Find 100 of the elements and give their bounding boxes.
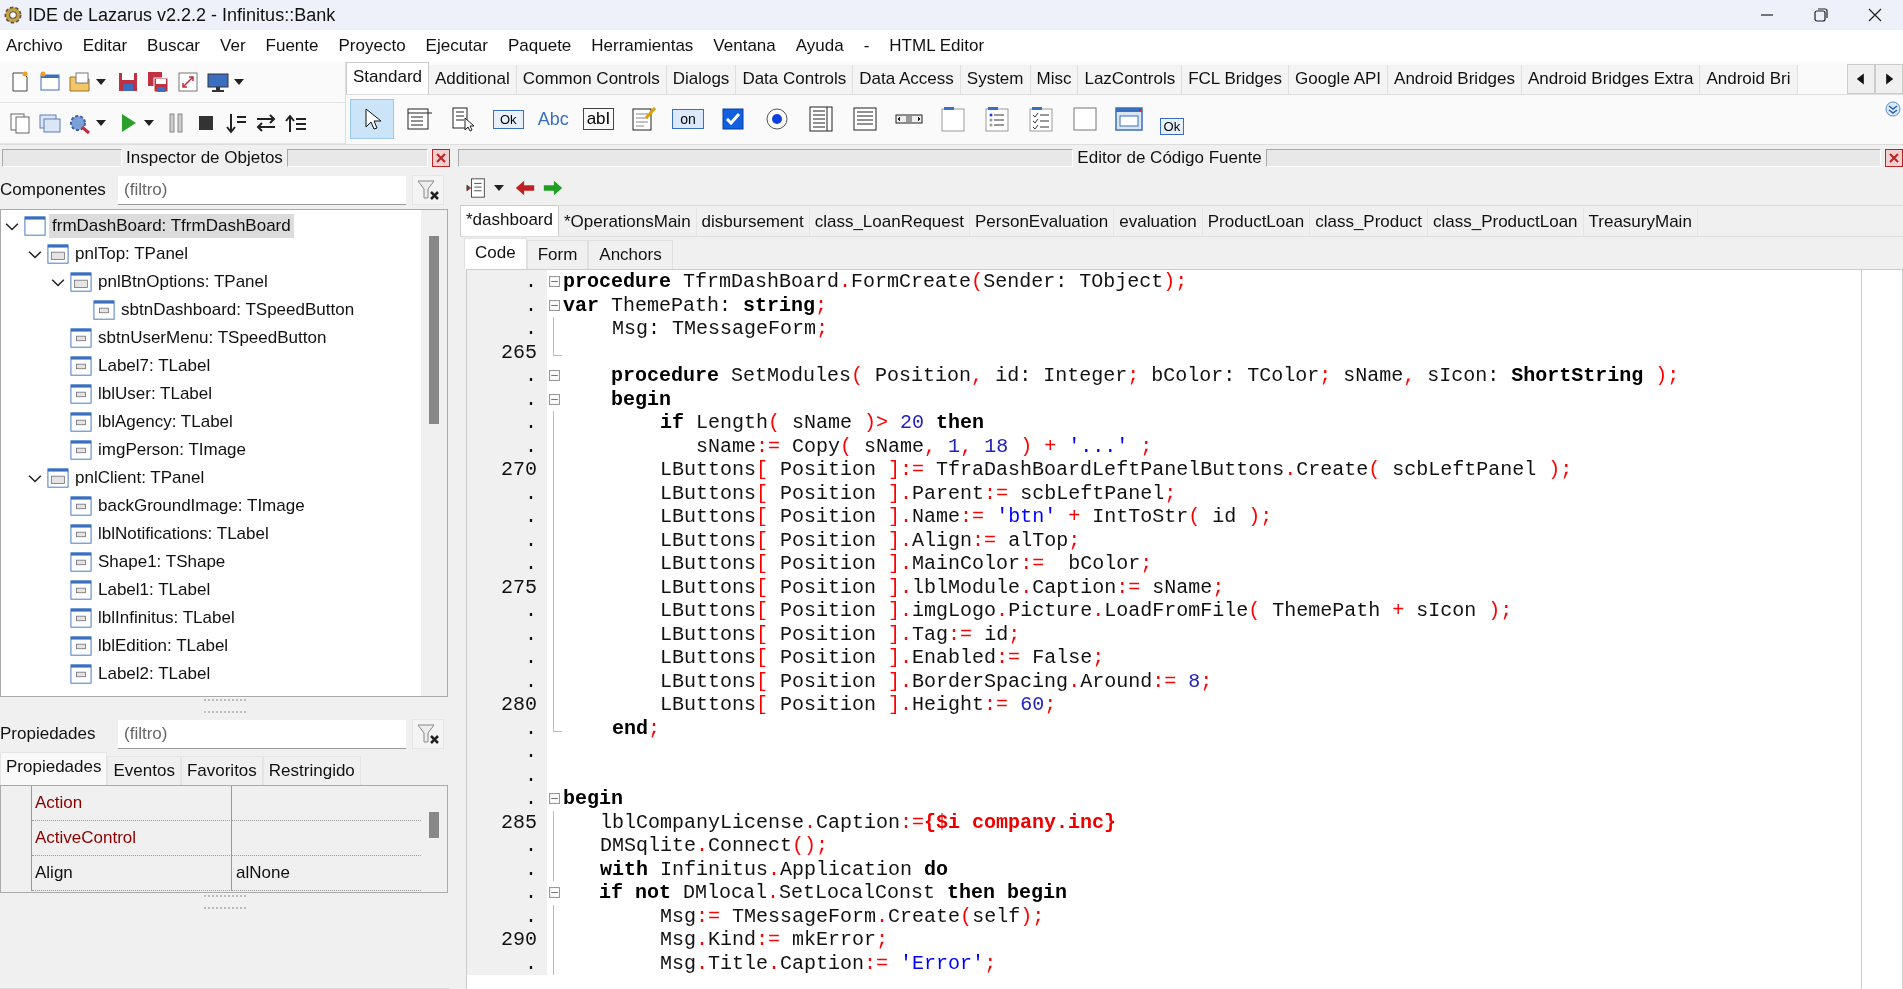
menu-item[interactable]: Fuente [265, 36, 319, 56]
tree-item[interactable]: lblUser: TLabel [95, 382, 216, 406]
file-tab[interactable]: disbursement [696, 208, 810, 236]
clear-filter-button[interactable] [412, 175, 444, 205]
dock-grip[interactable] [286, 149, 428, 167]
tree-item[interactable]: Label7: TLabel [95, 354, 214, 378]
expand-icon[interactable] [1885, 101, 1901, 117]
file-tab[interactable]: class_ProductLoan [1427, 208, 1584, 236]
file-tab[interactable]: TreasuryMain [1583, 208, 1698, 236]
file-tab[interactable]: *OperationsMain [558, 208, 697, 236]
tree-item[interactable]: backGroundImage: TImage [95, 494, 308, 518]
filter-field[interactable]: (filtro) [118, 175, 406, 205]
tree-item[interactable]: sbtnUserMenu: TSpeedButton [95, 326, 330, 350]
tree-item[interactable]: pnlBtnOptions: TPanel [95, 270, 271, 294]
property-value[interactable]: alNone [236, 863, 290, 883]
component-tool[interactable]: Abc [534, 99, 572, 139]
monitor-icon[interactable] [206, 70, 230, 94]
inspector-tab[interactable]: Eventos [107, 756, 181, 785]
component-tool[interactable] [350, 99, 394, 139]
menu-item[interactable]: Editar [82, 36, 128, 56]
file-tab[interactable]: evaluation [1114, 208, 1203, 236]
menu-item[interactable]: Ayuda [795, 36, 844, 56]
menu-item[interactable]: Ventana [713, 36, 776, 56]
fold-toggle-icon[interactable] [548, 793, 560, 805]
file-tab[interactable]: PersonEvaluation [970, 208, 1115, 236]
file-tab[interactable]: class_Product [1310, 208, 1428, 236]
palette-tab[interactable]: Data Access [853, 65, 961, 94]
tree-item[interactable]: pnlTop: TPanel [72, 242, 192, 266]
scroll-left-icon[interactable] [1847, 64, 1875, 94]
tree-item[interactable]: lblEdition: TLabel [95, 634, 232, 658]
palette-tab[interactable]: Android Bri [1700, 65, 1798, 94]
inspector-tab[interactable]: Restringido [262, 756, 361, 785]
component-tool[interactable]: Ok [490, 99, 527, 139]
palette-tab[interactable]: Misc [1030, 65, 1079, 94]
tree-item[interactable]: lblNotifications: TLabel [95, 522, 272, 546]
fold-toggle-icon[interactable] [548, 299, 560, 311]
palette-tab[interactable]: Google API [1289, 65, 1389, 94]
dock-grip[interactable] [458, 149, 1074, 167]
palette-tab[interactable]: Data Controls [736, 65, 854, 94]
palette-tab[interactable]: Common Controls [516, 65, 667, 94]
scrollbar-thumb[interactable] [429, 812, 439, 838]
fold-toggle-icon[interactable] [548, 370, 560, 382]
tree-item[interactable]: sbtnDashboard: TSpeedButton [118, 298, 358, 322]
menu-item[interactable]: Paquete [507, 36, 572, 56]
tree-item[interactable]: Label1: TLabel [95, 578, 214, 602]
tree-item[interactable]: lblAgency: TLabel [95, 410, 236, 434]
component-tool[interactable]: on [669, 99, 707, 139]
view-tab[interactable]: Code [464, 238, 527, 269]
splitter-grip[interactable] [204, 895, 246, 909]
tree-item[interactable]: Shape1: TShape [95, 550, 229, 574]
palette-tab[interactable]: Android Bridges [1388, 65, 1522, 94]
caret-icon[interactable] [144, 120, 154, 126]
caret-icon[interactable] [494, 185, 504, 191]
palette-tab[interactable]: LazControls [1078, 65, 1183, 94]
inspector-tab[interactable]: Propiedades [0, 752, 108, 785]
palette-tab[interactable]: Dialogs [666, 65, 737, 94]
menu-item[interactable]: HTML Editor [889, 36, 985, 56]
step-into-icon[interactable] [224, 111, 248, 135]
caret-icon[interactable] [96, 120, 106, 126]
tree-item[interactable]: Label2: TLabel [95, 662, 214, 686]
dock-grip[interactable] [1265, 149, 1881, 167]
property-name[interactable]: ActiveControl [32, 821, 232, 856]
palette-tab[interactable]: Standard [346, 62, 429, 94]
fold-toggle-icon[interactable] [548, 887, 560, 899]
file-tab[interactable]: ProductLoan [1202, 208, 1311, 236]
toggle-form-icon[interactable] [176, 70, 200, 94]
new-form-icon[interactable] [38, 70, 62, 94]
tree-item[interactable]: imgPerson: TImage [95, 438, 250, 462]
save-all-icon[interactable] [146, 70, 170, 94]
component-tool[interactable]: abI [579, 99, 618, 139]
caret-icon[interactable] [234, 79, 244, 85]
property-name[interactable]: Align [32, 856, 232, 891]
menu-item[interactable]: Archivo [6, 36, 63, 56]
fold-toggle-icon[interactable] [548, 393, 560, 405]
restore-icon[interactable] [1813, 7, 1829, 23]
scrollbar-thumb[interactable] [429, 236, 439, 424]
splitter-grip[interactable] [204, 699, 246, 713]
close-icon[interactable] [1867, 7, 1883, 23]
caret-icon[interactable] [96, 79, 106, 85]
palette-tab[interactable]: System [960, 65, 1031, 94]
tree-item[interactable]: pnlClient: TPanel [72, 466, 208, 490]
palette-tab[interactable]: FCL Bridges [1182, 65, 1290, 94]
view-tab[interactable]: Form [526, 240, 589, 269]
jump-list-icon[interactable] [466, 177, 488, 199]
palette-tab[interactable]: Additional [429, 65, 517, 94]
dock-grip[interactable] [2, 149, 122, 167]
menu-item[interactable]: Ejecutar [425, 36, 488, 56]
menu-item[interactable]: Buscar [147, 36, 201, 56]
clear-filter-button[interactable] [412, 719, 444, 749]
scroll-right-icon[interactable] [1875, 64, 1903, 94]
tree-item[interactable]: lblInfinitus: TLabel [95, 606, 238, 630]
tree-item[interactable]: frmDashBoard: TfrmDashBoard [49, 214, 294, 238]
palette-tab[interactable]: Android Bridges Extra [1522, 65, 1701, 94]
menu-item[interactable]: - [863, 36, 870, 56]
menu-item[interactable]: Ver [220, 36, 246, 56]
component-tool[interactable]: Ok [1154, 99, 1189, 139]
view-tab[interactable]: Anchors [588, 240, 673, 269]
file-tab[interactable]: *dashboard [460, 205, 559, 236]
property-name[interactable]: Action [32, 786, 232, 821]
file-tab[interactable]: class_LoanRequest [809, 208, 970, 236]
